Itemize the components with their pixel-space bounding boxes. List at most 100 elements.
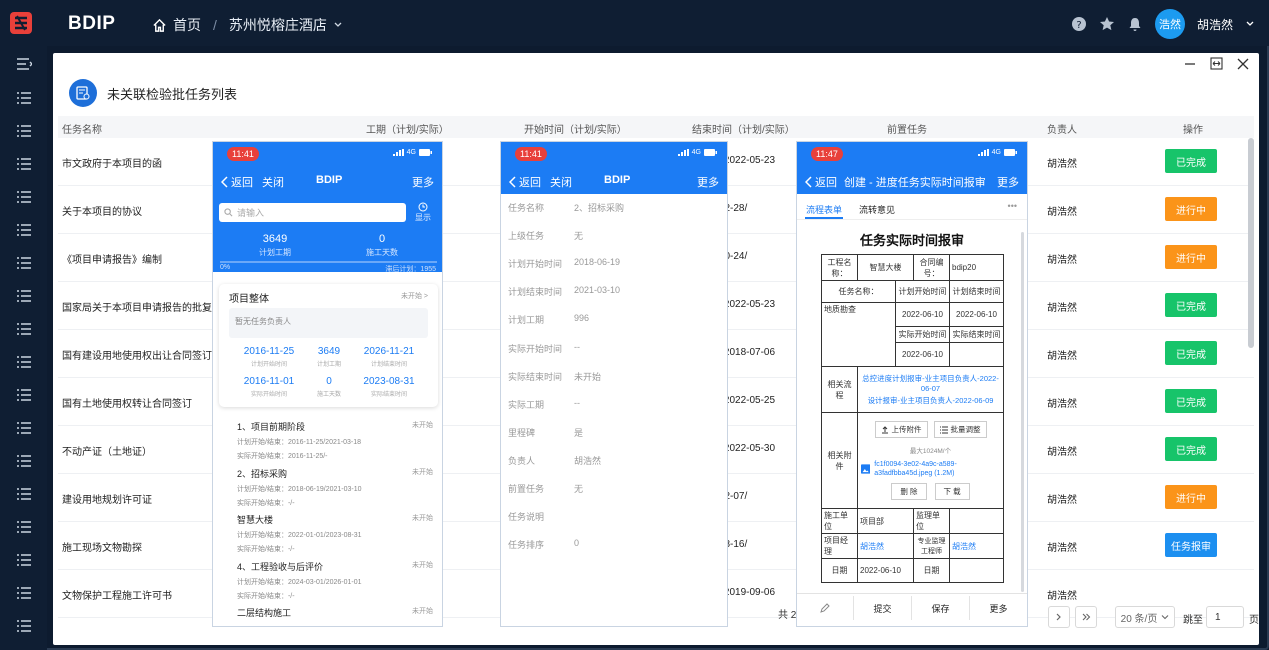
tab-flow-form[interactable]: 流程表单 [806, 203, 842, 216]
stage-item[interactable]: 二层结构施工 未开始 [237, 606, 433, 619]
tabs-more[interactable]: ••• [1008, 201, 1017, 211]
list-icon[interactable] [16, 92, 32, 104]
plan-start-value[interactable]: 2022-06-10 [895, 302, 950, 327]
pager-last-button[interactable] [1075, 606, 1097, 628]
task-name[interactable]: 建设用地规划许可证 [62, 491, 152, 506]
table-scrollbar[interactable] [1248, 138, 1254, 348]
upload-button[interactable]: 上传附件 [874, 421, 928, 438]
task-name[interactable]: 国家局关于本项目申请报告的批复 [62, 299, 212, 314]
task-name[interactable]: 关于本项目的协议 [62, 203, 142, 218]
batch-button[interactable]: 批量调整 [933, 421, 987, 438]
action-button[interactable]: 已完成 [1165, 293, 1217, 317]
action-button[interactable]: 已完成 [1165, 437, 1217, 461]
phone1-more[interactable]: 更多 [412, 174, 434, 190]
task-name[interactable]: 文物保护工程施工许可书 [62, 587, 172, 602]
sup-value[interactable] [949, 508, 1004, 534]
list-icon[interactable] [16, 455, 32, 467]
minimize-icon[interactable] [1184, 58, 1196, 70]
unit-value[interactable]: 项目部 [857, 508, 914, 534]
action-button[interactable]: 进行中 [1165, 245, 1217, 269]
stage-item[interactable]: 1、项目前期阶段 未开始 计划开始/结束：2016-11-25/2021-03-18… [237, 420, 433, 461]
flow-link-1[interactable]: 总控进度计划报审-业主项目负责人-2022-06-07 [860, 373, 1001, 393]
real-start-value[interactable]: 2022-06-10 [895, 342, 950, 367]
action-button[interactable]: 已完成 [1165, 341, 1217, 365]
menu-collapse-icon[interactable] [16, 58, 32, 70]
breadcrumb-home[interactable]: 首页 [173, 15, 201, 35]
list-icon[interactable] [16, 554, 32, 566]
phone1-search-input[interactable]: 请输入 [219, 203, 406, 222]
list-icon[interactable] [16, 389, 32, 401]
help-icon[interactable]: ? [1071, 16, 1087, 32]
task-name[interactable]: 市文政府于本项目的函 [62, 155, 162, 170]
phone3-more[interactable]: 更多 [997, 174, 1019, 190]
download-button[interactable]: 下 载 [934, 483, 970, 500]
breadcrumb-project[interactable]: 苏州悦榕庄酒店 [229, 15, 327, 35]
list-icon[interactable] [16, 323, 32, 335]
contract-value[interactable]: bdip20 [949, 254, 1004, 281]
user-name[interactable]: 胡浩然 [1197, 16, 1233, 33]
phone1-overview-card[interactable]: 项目整体 未开始 > 暂无任务负责人 2016-11-25 计划开始时间 3649… [219, 284, 438, 407]
more-button[interactable]: 更多 [969, 596, 1027, 620]
card-status[interactable]: 未开始 > [401, 291, 428, 301]
list-icon[interactable] [16, 422, 32, 434]
phone3-back[interactable]: 返回 [805, 174, 837, 190]
stage-item[interactable]: 4、工程验收与后评价 未开始 计划开始/结束：2024-03-01/2026-01-… [237, 560, 433, 601]
list-icon[interactable] [16, 587, 32, 599]
phone3-scrollbar[interactable] [1021, 232, 1024, 592]
phone1-back[interactable]: 返回 [221, 174, 253, 190]
task-name[interactable]: 《项目申请报告》编制 [62, 251, 162, 266]
phone1-filter-button[interactable]: 显示 [412, 202, 434, 223]
bell-icon[interactable] [1127, 16, 1143, 32]
pm-value[interactable]: 胡浩然 [857, 533, 914, 559]
star-icon[interactable] [1099, 16, 1115, 32]
list-icon[interactable] [16, 158, 32, 170]
task-name[interactable]: 施工现场文物勘探 [62, 539, 142, 554]
edit-button[interactable] [797, 596, 853, 620]
list-icon[interactable] [16, 488, 32, 500]
task-name[interactable]: 不动产证（土地证） [62, 443, 152, 458]
task-name[interactable]: 国有土地使用权转让合同签订 [62, 395, 192, 410]
avatar[interactable]: 浩然 [1154, 9, 1185, 39]
phone2-more[interactable]: 更多 [697, 174, 719, 190]
eng-value[interactable]: 胡浩然 [949, 533, 1004, 559]
submit-button[interactable]: 提交 [853, 596, 911, 620]
action-button[interactable]: 进行中 [1165, 197, 1217, 221]
home-icon[interactable] [152, 18, 167, 33]
stage-item[interactable]: 2、招标采购 未开始 计划开始/结束：2018-06-19/2021-03-10 实际… [237, 467, 433, 508]
save-button[interactable]: 保存 [911, 596, 969, 620]
attachment-name[interactable]: fc1f0094-3e02-4a9c-a589-a3fadfbba45d.jpe… [874, 460, 1000, 478]
list-icon[interactable] [16, 191, 32, 203]
list-icon[interactable] [16, 257, 32, 269]
page-size-select[interactable]: 20 条/页 [1115, 606, 1175, 628]
attachment-item[interactable]: fc1f0094-3e02-4a9c-a589-a3fadfbba45d.jpe… [861, 460, 1000, 478]
list-icon[interactable] [16, 620, 32, 632]
phone1-close[interactable]: 关闭 [262, 174, 284, 190]
date2-value[interactable] [949, 558, 1004, 583]
plan-end-value[interactable]: 2022-06-10 [949, 302, 1004, 327]
list-icon[interactable] [16, 224, 32, 236]
expand-icon[interactable] [1210, 57, 1223, 70]
action-button[interactable]: 任务报审 [1165, 533, 1217, 557]
close-icon[interactable] [1237, 58, 1249, 70]
action-button[interactable]: 已完成 [1165, 389, 1217, 413]
chevron-down-icon[interactable] [333, 20, 343, 30]
tab-opinions[interactable]: 流转意见 [859, 203, 895, 216]
pager-next-button[interactable] [1048, 606, 1070, 628]
flow-link-2[interactable]: 设计报审-业主项目负责人-2022-06-09 [860, 395, 1001, 406]
task-name[interactable]: 国有建设用地使用权出让合同签订 [62, 347, 212, 362]
delete-button[interactable]: 删 除 [891, 483, 927, 500]
proj-value[interactable]: 智慧大楼 [857, 254, 914, 281]
list-icon[interactable] [16, 356, 32, 368]
real-end-value[interactable] [949, 342, 1004, 367]
list-icon[interactable] [16, 290, 32, 302]
stage-item[interactable]: 智慧大楼 未开始 计划开始/结束：2022-01-01/2023-08-31 实际开始… [237, 513, 433, 554]
list-icon[interactable] [16, 125, 32, 137]
app-logo-icon[interactable] [8, 10, 34, 36]
date-value[interactable]: 2022-06-10 [857, 558, 914, 583]
jump-input[interactable]: 1 [1206, 606, 1244, 628]
task-value[interactable]: 地质勘查 [821, 302, 896, 367]
phone2-close[interactable]: 关闭 [550, 174, 572, 190]
action-button[interactable]: 进行中 [1165, 485, 1217, 509]
list-icon[interactable] [16, 521, 32, 533]
phone2-back[interactable]: 返回 [509, 174, 541, 190]
